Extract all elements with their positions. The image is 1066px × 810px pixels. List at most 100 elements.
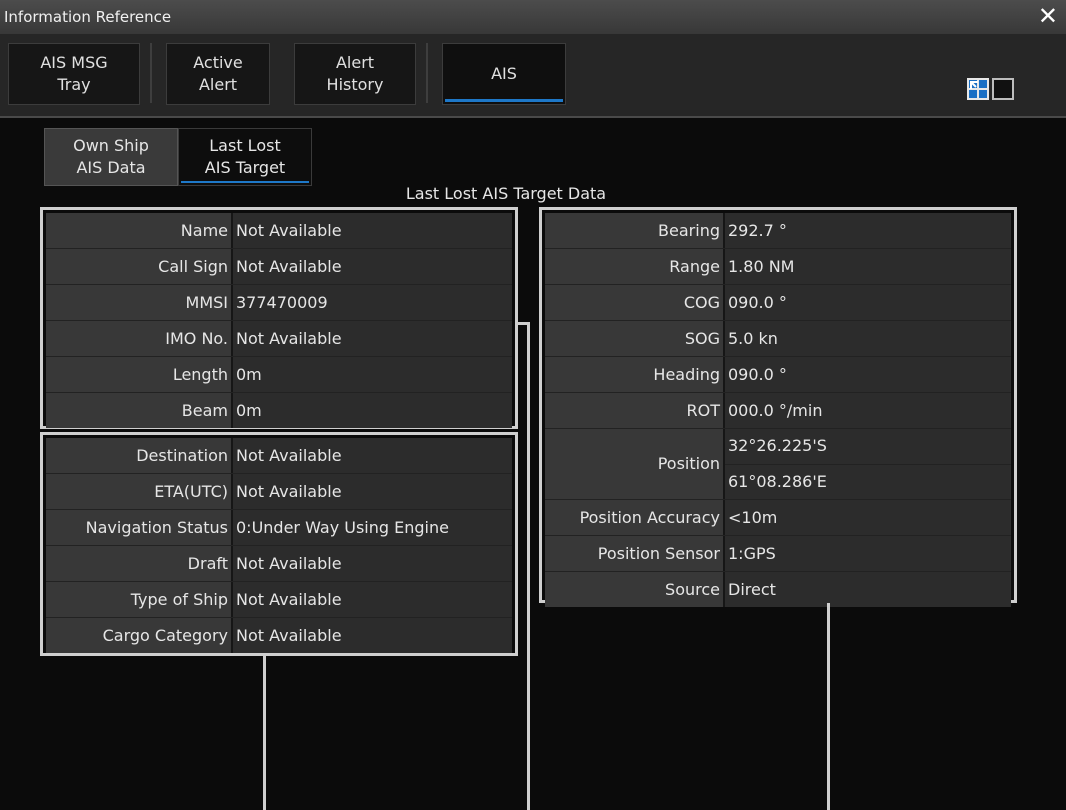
field-label: Source [545,572,725,607]
field-value: Not Available [233,582,512,617]
leader-line [527,322,530,810]
field-label: Position Sensor [545,536,725,571]
tab-ais-msg-tray[interactable]: AIS MSG Tray [8,43,140,105]
field-label: Bearing [545,213,725,248]
info-row-cargo-category: Cargo Category Not Available [46,618,512,653]
info-row-range: Range 1.80 NM [545,249,1011,285]
field-value: Not Available [233,546,512,581]
field-value: 090.0 ° [725,357,1011,392]
info-row-draft: Draft Not Available [46,546,512,582]
info-row-position: Position 32°26.225'S 61°08.286'E [545,429,1011,500]
title-bar: Information Reference ✕ [0,0,1066,35]
field-label: ROT [545,393,725,428]
tab-label-line1: AIS [491,64,517,83]
field-value: Not Available [233,438,512,473]
field-label: Range [545,249,725,284]
field-label: Position [545,429,725,499]
tab-ais[interactable]: AIS [442,43,566,105]
field-label: Call Sign [46,249,233,284]
info-row-beam: Beam 0m [46,393,512,428]
info-row-name: Name Not Available [46,213,512,249]
field-value: Not Available [233,321,512,356]
field-label: SOG [545,321,725,356]
voyage-info-panel: Destination Not Available ETA(UTC) Not A… [40,432,518,656]
subtab-label-line2: AIS Target [204,158,286,177]
field-value: Direct [725,572,1011,607]
position-latitude: 32°26.225'S [725,429,1011,465]
dynamic-info-panel: Bearing 292.7 ° Range 1.80 NM COG 090.0 … [539,207,1017,607]
info-row-position-sensor: Position Sensor 1:GPS [545,536,1011,572]
tab-label-line2: History [326,75,384,94]
field-value: 0m [233,357,512,392]
info-row-type-of-ship: Type of Ship Not Available [46,582,512,618]
field-value: Not Available [233,618,512,653]
field-label: Heading [545,357,725,392]
info-row-eta: ETA(UTC) Not Available [46,474,512,510]
info-row-mmsi: MMSI 377470009 [46,285,512,321]
field-value: 1:GPS [725,536,1011,571]
field-value: 5.0 kn [725,321,1011,356]
section-title: Last Lost AIS Target Data [405,184,607,203]
field-value: 090.0 ° [725,285,1011,320]
tab-alert-history[interactable]: Alert History [294,43,416,105]
tab-bar: AIS MSG Tray Active Alert Alert History … [0,34,1066,118]
tab-active-alert[interactable]: Active Alert [166,43,270,105]
content-area: Own Ship AIS Data Last Lost AIS Target L… [0,118,1066,810]
field-label: COG [545,285,725,320]
field-value: 0m [233,393,512,428]
tab-label-line1: AIS MSG [40,53,108,72]
field-label: Length [46,357,233,392]
field-value: Not Available [233,249,512,284]
field-value: 0:Under Way Using Engine [233,510,512,545]
field-label: Position Accuracy [545,500,725,535]
info-row-length: Length 0m [46,357,512,393]
field-label: Draft [46,546,233,581]
field-value: Not Available [233,474,512,509]
info-row-cog: COG 090.0 ° [545,285,1011,321]
info-row-sog: SOG 5.0 kn [545,321,1011,357]
field-value: 1.80 NM [725,249,1011,284]
info-row-destination: Destination Not Available [46,438,512,474]
subtab-last-lost-ais-target[interactable]: Last Lost AIS Target [178,128,312,186]
position-longitude: 61°08.286'E [725,464,1011,499]
field-label: Name [46,213,233,248]
field-value: <10m [725,500,1011,535]
field-value: Not Available [233,213,512,248]
subtab-own-ship-ais-data[interactable]: Own Ship AIS Data [44,128,178,186]
info-row-navigation-status: Navigation Status 0:Under Way Using Engi… [46,510,512,546]
tab-label-line1: Active [193,53,243,72]
static-info-panel: Name Not Available Call Sign Not Availab… [40,207,518,429]
field-label: Destination [46,438,233,473]
field-label: ETA(UTC) [46,474,233,509]
info-row-imo-no: IMO No. Not Available [46,321,512,357]
field-value: 377470009 [233,285,512,320]
subtab-label-line2: AIS Data [76,158,146,177]
layout-single-icon[interactable] [992,78,1014,100]
subtab-label-line1: Own Ship [73,136,149,155]
info-row-call-sign: Call Sign Not Available [46,249,512,285]
tab-separator [150,43,152,103]
close-icon[interactable]: ✕ [1038,3,1058,29]
layout-split-icon[interactable] [967,78,989,100]
tab-separator [426,43,428,103]
info-row-source: Source Direct [545,572,1011,607]
field-label: IMO No. [46,321,233,356]
field-label: MMSI [46,285,233,320]
info-row-rot: ROT 000.0 °/min [545,393,1011,429]
tab-label-line1: Alert [335,53,375,72]
field-value: 000.0 °/min [725,393,1011,428]
leader-line [263,656,266,810]
leader-line [827,603,830,810]
layout-split-glyph [969,80,987,98]
tab-label-line2: Alert [198,75,238,94]
window-title: Information Reference [4,8,172,26]
field-value: 292.7 ° [725,213,1011,248]
field-label: Navigation Status [46,510,233,545]
position-values: 32°26.225'S 61°08.286'E [725,429,1011,499]
info-row-bearing: Bearing 292.7 ° [545,213,1011,249]
info-row-position-accuracy: Position Accuracy <10m [545,500,1011,536]
tab-label-line2: Tray [57,75,91,94]
field-label: Beam [46,393,233,428]
info-row-heading: Heading 090.0 ° [545,357,1011,393]
field-label: Cargo Category [46,618,233,653]
